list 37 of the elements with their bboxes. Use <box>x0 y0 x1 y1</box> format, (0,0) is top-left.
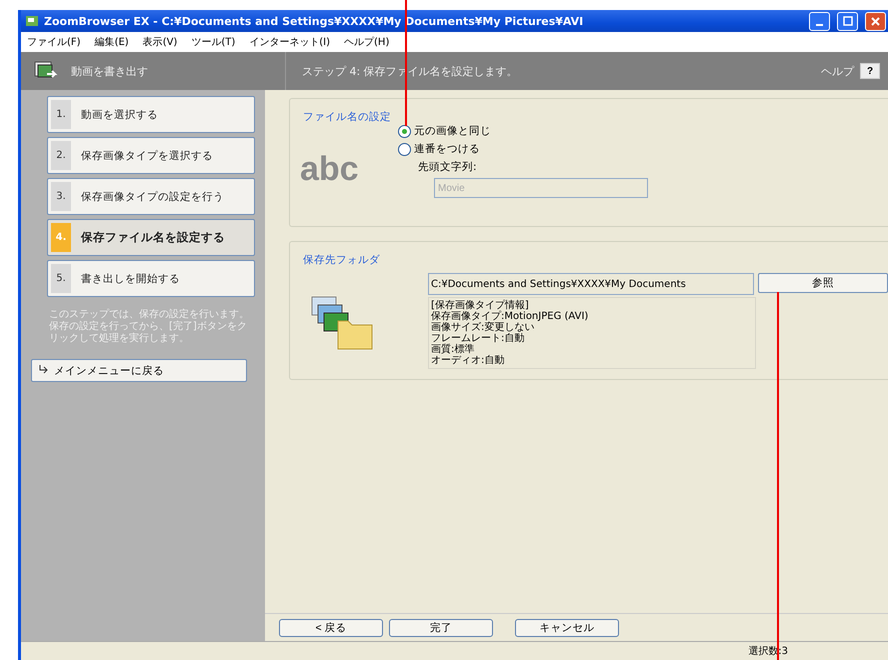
step-item[interactable]: 3. 保存画像タイプの設定を行う <box>47 178 255 215</box>
group-title: 保存先フォルダ <box>300 253 383 267</box>
menu-item[interactable]: 表示(V) <box>142 35 178 49</box>
minimize-icon <box>816 24 823 26</box>
radio-option[interactable]: 連番をつける <box>398 142 648 156</box>
close-icon <box>871 16 880 26</box>
wizard-button[interactable]: 完了 <box>389 618 493 636</box>
wizard-button[interactable]: < 戻る <box>279 618 383 636</box>
browse-button[interactable]: 参照 <box>758 273 888 293</box>
step-description: このステップでは、保存の設定を行います。保存の設定を行ってから、[完了]ボタンをクリックして処理を実行します。 <box>49 309 250 345</box>
help-label: ヘルプ <box>821 64 854 78</box>
menu-item[interactable]: ファイル(F) <box>27 35 81 49</box>
help-button[interactable]: ? <box>860 63 880 79</box>
task-title: 動画を書き出す <box>71 64 148 78</box>
folder-path-field[interactable]: C:¥Documents and Settings¥XXXX¥My Documents <box>428 273 754 295</box>
step-item[interactable]: 4. 保存ファイル名を設定する <box>47 219 255 256</box>
step-item[interactable]: 5. 書き出しを開始する <box>47 260 255 297</box>
close-button[interactable] <box>865 12 886 30</box>
radio-option[interactable]: 元の画像と同じ <box>398 124 648 138</box>
main-menu-button[interactable]: メインメニューに戻る <box>31 359 247 382</box>
menu-item[interactable]: ツール(T) <box>191 35 236 49</box>
minimize-button[interactable] <box>809 12 830 30</box>
step-item[interactable]: 1. 動画を選択する <box>47 96 255 133</box>
menu-item[interactable]: インターネット(I) <box>249 35 330 49</box>
return-arrow-icon <box>38 364 48 374</box>
app-icon <box>25 14 39 28</box>
menu-item[interactable]: ヘルプ(H) <box>344 35 390 49</box>
wizard-button[interactable]: キャンセル <box>515 618 619 636</box>
selection-count: 選択数:3 <box>748 645 788 658</box>
step-item[interactable]: 2. 保存画像タイプを選択する <box>47 137 255 174</box>
window-title: ZoomBrowser EX - C:¥Documents and Settings¥XXXX¥My Documents¥My Pictures¥AVI <box>44 14 584 28</box>
image-type-info: [保存画像タイプ情報] 保存画像タイプ:MotionJPEG (AVI) 画像サイズ:変更しない フレームレート:自動 画質:標準 オーディオ:自動 <box>428 297 756 369</box>
sample-text-graphic: abc <box>300 149 360 190</box>
prefix-label: 先頭文字列: <box>418 160 478 174</box>
maximize-button[interactable] <box>837 12 858 30</box>
maximize-icon <box>842 16 852 26</box>
menu-item[interactable]: 編集(E) <box>94 35 129 49</box>
